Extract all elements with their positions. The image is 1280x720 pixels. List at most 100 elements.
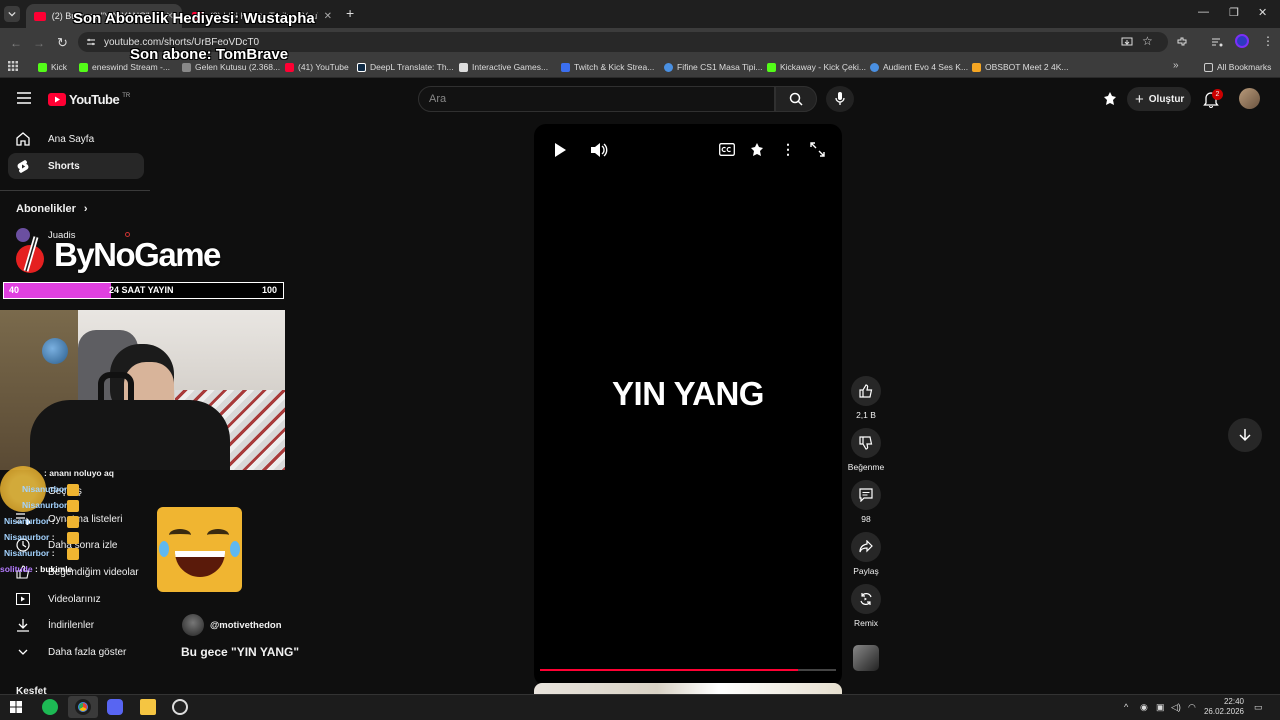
new-tab-button[interactable]: + — [346, 5, 354, 21]
tab-search-button[interactable] — [4, 6, 20, 22]
download-icon — [17, 619, 29, 632]
bookmark-obsbot[interactable]: OBSBOT Meet 2 4K... — [972, 59, 1068, 75]
dislike-button[interactable] — [851, 428, 881, 458]
like-button[interactable] — [851, 376, 881, 406]
discord-icon[interactable] — [107, 699, 123, 715]
search-input[interactable]: Ara — [418, 86, 775, 112]
voice-search-button[interactable] — [826, 86, 854, 112]
wifi-tray-icon[interactable]: ◠ — [1188, 702, 1196, 713]
bookmark-fifine[interactable]: Fifine CS1 Masa Tipi... — [664, 59, 763, 75]
folder-icon — [1204, 62, 1213, 72]
sidebar-item-downloads[interactable]: İndirilenler — [8, 612, 144, 638]
bookmark-twitch-kick[interactable]: Twitch & Kick Strea... — [561, 59, 654, 75]
restore-icon[interactable]: ❐ — [1229, 6, 1239, 19]
captions-button[interactable] — [719, 143, 735, 156]
chevron-down-icon — [18, 649, 28, 655]
extensions-icon[interactable] — [1176, 36, 1188, 48]
bookmark-youtube[interactable]: (41) YouTube — [285, 59, 349, 75]
volume-icon — [591, 143, 608, 157]
share-button[interactable] — [851, 532, 881, 562]
sidebar-item-show-more[interactable]: Daha fazla göster — [8, 639, 144, 665]
thumbs-down-icon — [859, 436, 873, 450]
bookmark-star-icon[interactable]: ☆ — [1142, 34, 1153, 48]
close-window-icon[interactable]: ✕ — [1258, 6, 1267, 19]
expand-icon — [810, 142, 825, 157]
spotify-icon[interactable] — [42, 699, 58, 715]
check-badge-icon — [664, 62, 673, 72]
forward-icon[interactable]: → — [33, 36, 45, 50]
short-title: Bu gece "YIN YANG" — [181, 645, 300, 659]
sparkle-icon — [751, 143, 763, 156]
obs-icon[interactable] — [172, 699, 188, 715]
remix-icon — [860, 593, 872, 605]
sidebar-item-your-videos[interactable]: Videolarınız — [8, 586, 144, 612]
subscriptions-header[interactable]: Abonelikler › — [16, 203, 88, 215]
obsbot-icon — [972, 62, 981, 72]
profile-avatar[interactable] — [1235, 34, 1249, 48]
fullscreen-button[interactable] — [810, 142, 825, 157]
bookmarks-overflow-icon[interactable]: » — [1173, 60, 1179, 71]
mail-icon — [182, 62, 191, 72]
bynogame-logo: ByNoGame — [14, 232, 234, 278]
bookmark-deepl[interactable]: DeepL Translate: Th... — [357, 59, 454, 75]
mic-icon — [835, 92, 845, 105]
comment-icon — [859, 488, 873, 502]
progress-label: 24 SAAT YAYIN — [109, 285, 174, 295]
bookmark-audient[interactable]: Audient Evo 4 Ses K... — [870, 59, 968, 75]
remix-button[interactable] — [851, 584, 881, 614]
all-bookmarks[interactable]: All Bookmarks — [1204, 59, 1271, 75]
install-app-icon[interactable] — [1121, 36, 1133, 48]
channel-handle[interactable]: @motivethedon — [210, 620, 282, 631]
kickaway-icon — [767, 62, 776, 72]
minimize-icon[interactable]: — — [1198, 6, 1209, 18]
notification-center-icon[interactable]: ▭ — [1254, 702, 1263, 713]
plus-icon: + — [1135, 90, 1144, 108]
account-avatar[interactable] — [1239, 88, 1260, 109]
create-button[interactable]: + Oluştur — [1127, 87, 1191, 111]
media-controls-icon[interactable] — [1211, 36, 1223, 48]
share-label: Paylaş — [853, 566, 879, 576]
taskbar-clock[interactable]: 22:40 26.02.2026 — [1200, 697, 1244, 717]
games-icon — [459, 62, 468, 72]
close-icon[interactable]: ✕ — [324, 11, 332, 22]
network-tray-icon[interactable]: ▣ — [1156, 702, 1165, 713]
more-menu-icon[interactable]: ⋮ — [1262, 34, 1274, 48]
chat-message: : ananı noluyo aq — [44, 468, 114, 478]
next-short-button[interactable] — [1228, 418, 1262, 452]
more-options-icon[interactable]: ⋮ — [781, 141, 795, 158]
play-button[interactable] — [553, 142, 567, 158]
sound-thumbnail[interactable] — [853, 645, 879, 671]
steam-tray-icon[interactable]: ◉ — [1140, 702, 1148, 713]
chrome-icon[interactable] — [75, 699, 91, 715]
comments-button[interactable] — [851, 480, 881, 510]
last-gift-sub-overlay: Son Abonelik Hediyesi: Wustapha — [73, 10, 315, 27]
webcam-feed — [0, 310, 285, 470]
captions-icon — [719, 143, 735, 156]
laughing-emote-large-icon — [157, 507, 242, 592]
bookmark-kick[interactable]: Kick — [38, 59, 67, 75]
youtube-logo[interactable]: YouTube TR — [48, 92, 130, 107]
bookmark-kickaway[interactable]: Kickaway - Kick Çeki... — [767, 59, 866, 75]
laughing-emote-icon — [67, 516, 79, 528]
windows-start-icon[interactable] — [10, 701, 22, 713]
chat-message: Nisanurbor : — [4, 532, 55, 542]
sidebar-item-home[interactable]: Ana Sayfa — [8, 126, 144, 152]
chat-message: Nisanurbor : — [4, 548, 55, 558]
back-icon[interactable]: ← — [10, 36, 22, 50]
channel-avatar[interactable] — [182, 614, 204, 636]
bookmark-interactive-games[interactable]: Interactive Games... — [459, 59, 548, 75]
tray-overflow-icon[interactable]: ^ — [1124, 702, 1128, 712]
volume-button[interactable] — [590, 142, 608, 158]
file-explorer-icon[interactable] — [140, 699, 156, 715]
sidebar-item-shorts[interactable]: Shorts — [8, 153, 144, 179]
gemini-sparkle-icon[interactable] — [1102, 91, 1118, 107]
reload-icon[interactable]: ↻ — [57, 35, 68, 51]
apps-grid-icon[interactable] — [8, 61, 18, 71]
ai-features-button[interactable] — [749, 142, 765, 158]
laughing-emote-icon — [67, 500, 79, 512]
search-button[interactable] — [775, 86, 817, 112]
volume-tray-icon[interactable]: ◁) — [1171, 702, 1181, 713]
video-progress-bar[interactable] — [540, 669, 836, 671]
hamburger-menu-icon[interactable] — [17, 92, 31, 104]
shirt — [30, 400, 230, 470]
